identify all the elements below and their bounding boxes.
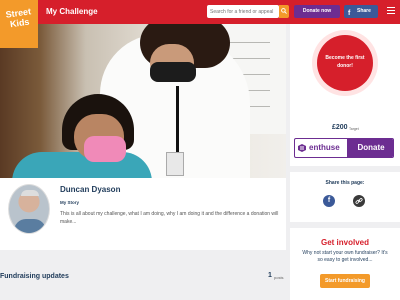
search-input[interactable] bbox=[207, 5, 279, 18]
fundraising-updates-section: Fundraising updates 1 posts bbox=[0, 260, 286, 300]
link-icon bbox=[355, 198, 363, 204]
avatar bbox=[8, 184, 50, 234]
hero-image bbox=[0, 24, 286, 178]
menu-icon[interactable] bbox=[387, 7, 395, 15]
id-badge bbox=[166, 152, 184, 176]
search-icon bbox=[281, 8, 287, 14]
target-amount: £200 bbox=[332, 124, 348, 131]
get-involved-text: Why not start your own fundraiser? It's … bbox=[302, 250, 388, 263]
volunteer-mask bbox=[150, 62, 196, 82]
story-heading: My Story bbox=[60, 200, 80, 205]
enthuse-donate-button[interactable]: enthuse Donate bbox=[294, 138, 394, 158]
donation-panel: Become the first donor! £200 Target enth… bbox=[290, 24, 400, 166]
target-label: Target bbox=[349, 127, 359, 131]
get-involved-title: Get involved bbox=[320, 238, 369, 247]
page-title: My Challenge bbox=[46, 7, 98, 16]
copy-link-button[interactable] bbox=[353, 195, 365, 207]
profile-card: Duncan Dyason My Story This is all about… bbox=[0, 178, 286, 250]
share-button[interactable]: f Share bbox=[344, 5, 378, 18]
enthuse-donate-label: Donate bbox=[347, 139, 393, 157]
search-button[interactable] bbox=[279, 5, 289, 18]
first-donor-circle[interactable]: Become the first donor! bbox=[317, 35, 373, 91]
share-button-label: Share bbox=[357, 8, 371, 14]
child-mask bbox=[84, 136, 126, 162]
enthuse-icon bbox=[298, 144, 306, 152]
first-donor-text: Become the first donor! bbox=[325, 55, 365, 69]
top-navigation-bar: My Challenge Donate now f Share bbox=[0, 0, 400, 24]
updates-title: Fundraising updates bbox=[0, 273, 69, 280]
get-involved-panel: Get involved Why not start your own fund… bbox=[290, 228, 400, 300]
share-panel: Share this page: f bbox=[290, 172, 400, 222]
story-text: This is all about my challenge, what I a… bbox=[60, 211, 279, 225]
share-title: Share this page: bbox=[325, 180, 365, 186]
logo-lettering: Street Kids bbox=[2, 6, 36, 30]
facebook-share-button[interactable]: f bbox=[323, 195, 335, 207]
child-figure bbox=[12, 152, 152, 178]
donate-now-button[interactable]: Donate now bbox=[294, 5, 340, 18]
updates-count: 1 bbox=[268, 272, 272, 279]
facebook-icon: f bbox=[327, 197, 331, 204]
progress-ring: Become the first donor! bbox=[312, 30, 378, 96]
enthuse-logo: enthuse bbox=[295, 139, 347, 157]
facebook-icon: f bbox=[348, 10, 351, 17]
enthuse-label: enthuse bbox=[309, 143, 340, 152]
fundraiser-name: Duncan Dyason bbox=[60, 185, 121, 194]
start-fundraising-button[interactable]: Start fundraising bbox=[320, 274, 370, 288]
updates-unit: posts bbox=[274, 275, 284, 280]
street-kids-logo[interactable]: Street Kids bbox=[0, 0, 38, 48]
